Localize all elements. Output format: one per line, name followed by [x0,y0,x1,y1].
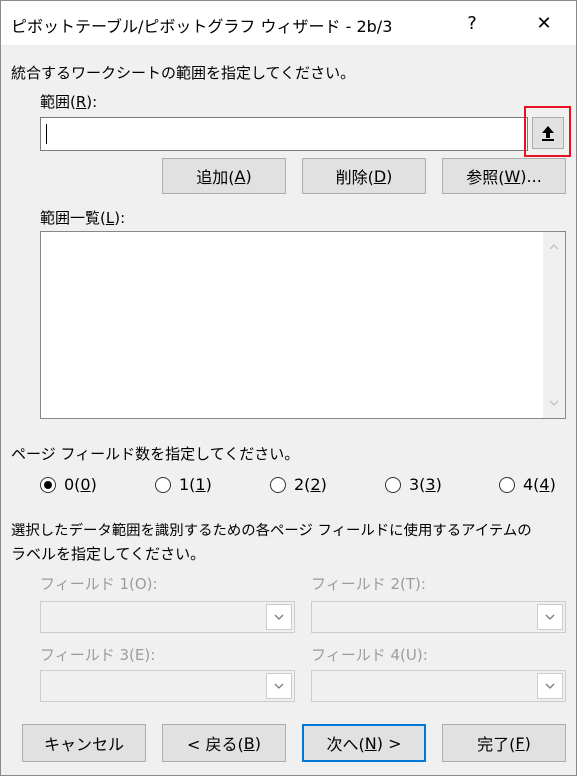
radio-circle [270,476,286,493]
highlight-box [524,106,571,157]
radio-option-0[interactable]: 0(0) [40,475,97,494]
radio-label: 0(0) [64,475,97,494]
chevron-down-icon[interactable] [537,604,563,630]
labels-prompt-line2: ラベルを指定してください。 [11,545,206,563]
radio-label: 3(3) [409,475,442,494]
text-caret [46,124,47,144]
close-button[interactable]: ✕ [521,1,567,45]
radio-label: 2(2) [294,475,327,494]
chevron-down-icon[interactable] [266,673,292,699]
help-icon: ? [467,12,477,34]
field-1-label: フィールド 1(O): [40,575,158,593]
delete-button[interactable]: 削除(D) [302,158,426,194]
range-list[interactable] [40,231,566,419]
dialog-title: ピボットテーブル/ピボットグラフ ウィザード - 2b/3 [11,17,393,36]
chevron-down-icon[interactable] [266,604,292,630]
chevron-down-icon[interactable] [537,673,563,699]
field-2-combo[interactable] [311,601,566,633]
field-1-combo[interactable] [40,601,295,633]
range-label: 範囲(R): [40,93,98,111]
radio-circle [499,476,515,493]
field-4-label: フィールド 4(U): [311,646,428,664]
add-button[interactable]: 追加(A) [162,158,286,194]
next-button[interactable]: 次へ(N) > [302,724,426,762]
range-list-scrollbar[interactable] [543,232,565,418]
browse-button[interactable]: 参照(W)... [442,158,566,194]
pivot-wizard-dialog: ピボットテーブル/ピボットグラフ ウィザード - 2b/3 ? ✕ 統合するワー… [0,0,577,776]
range-input[interactable] [40,117,528,151]
field-4-combo[interactable] [311,670,566,702]
radio-circle [155,476,171,493]
radio-option-1[interactable]: 1(1) [155,475,212,494]
cancel-button[interactable]: キャンセル [22,724,146,762]
help-button[interactable]: ? [449,1,495,45]
page-fields-prompt: ページ フィールド数を指定してください。 [11,445,300,463]
range-list-label: 範囲一覧(L): [40,209,126,227]
radio-option-4[interactable]: 4(4) [499,475,556,494]
title-bar: ピボットテーブル/ピボットグラフ ウィザード - 2b/3 ? ✕ [1,1,576,45]
instruction-text: 統合するワークシートの範囲を指定してください。 [11,64,356,82]
field-3-combo[interactable] [40,670,295,702]
radio-label: 1(1) [179,475,212,494]
scroll-up-icon[interactable] [543,236,565,258]
radio-option-3[interactable]: 3(3) [385,475,442,494]
finish-button[interactable]: 完了(F) [442,724,566,762]
radio-label: 4(4) [523,475,556,494]
scroll-down-icon[interactable] [543,392,565,414]
back-button[interactable]: < 戻る(B) [162,724,286,762]
field-2-label: フィールド 2(T): [311,575,426,593]
labels-prompt-line1: 選択したデータ範囲を識別するための各ページ フィールドに使用するアイテムの [11,523,532,539]
field-3-label: フィールド 3(E): [40,646,156,664]
radio-option-2[interactable]: 2(2) [270,475,327,494]
radio-circle [40,476,56,493]
close-icon: ✕ [536,12,552,34]
radio-circle [385,476,401,493]
